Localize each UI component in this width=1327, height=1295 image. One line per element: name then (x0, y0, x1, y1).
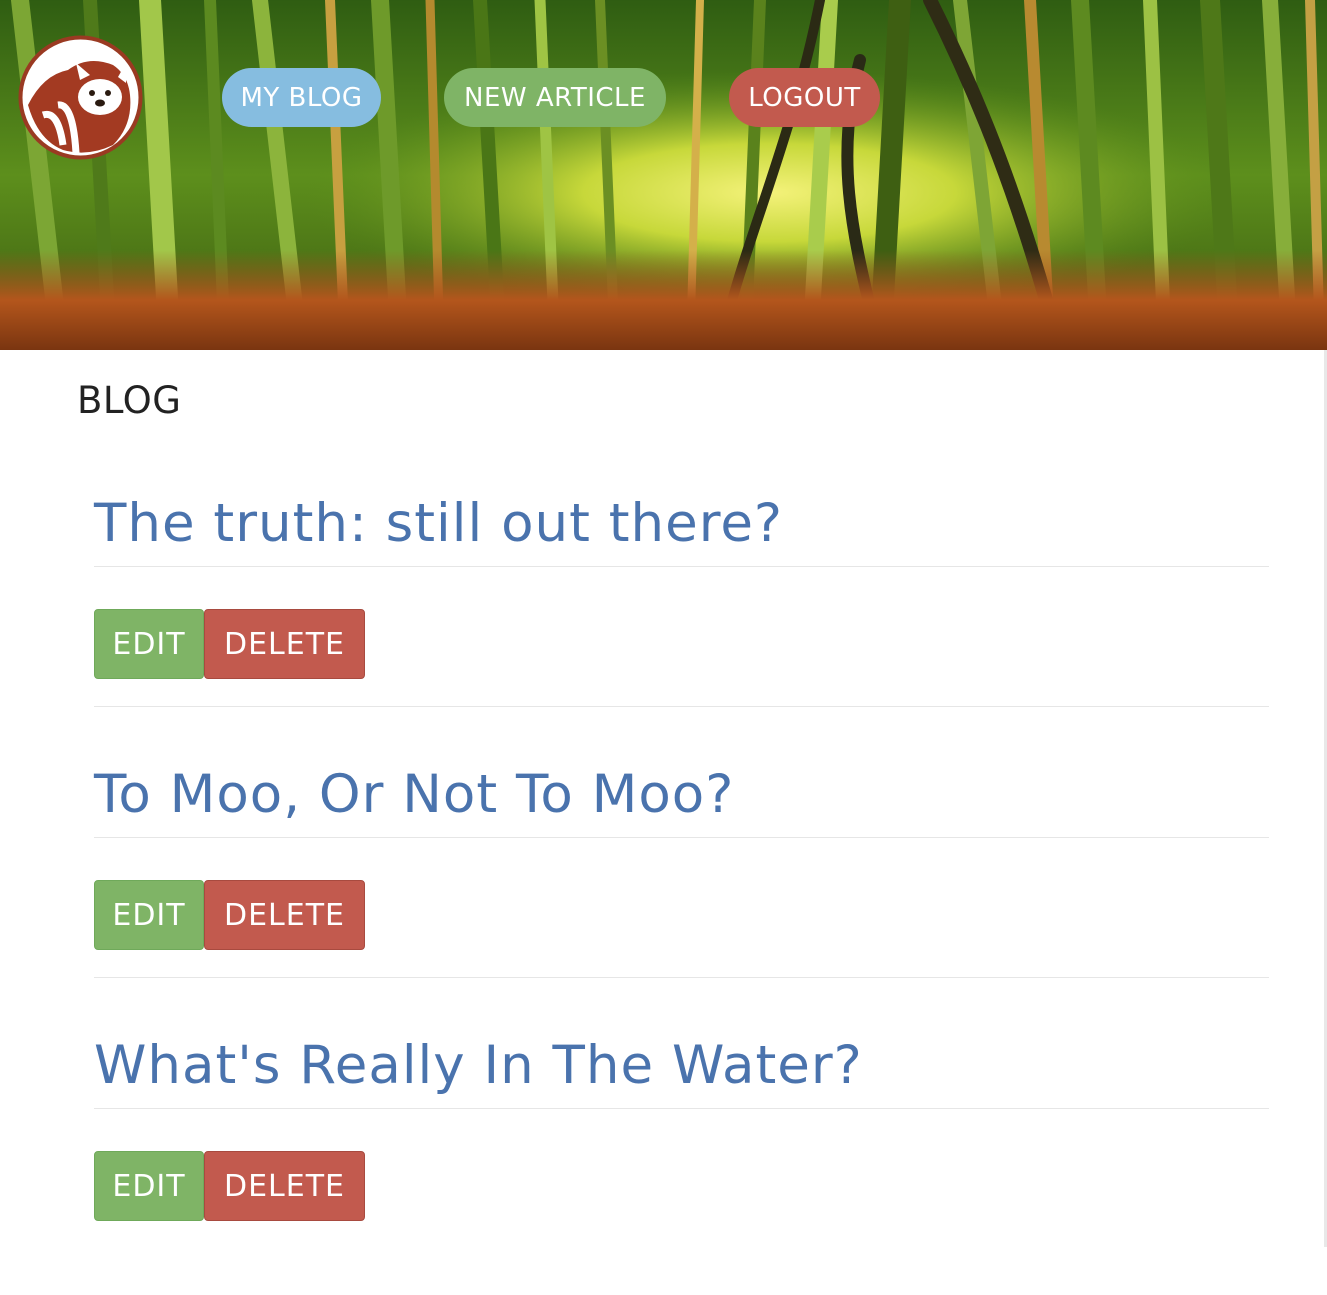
new-article-button[interactable]: NEW ARTICLE (444, 68, 666, 127)
article-actions: EDIT DELETE (94, 609, 365, 679)
logout-button[interactable]: LOGOUT (729, 68, 880, 127)
article-list: The truth: still out there? EDIT DELETE … (94, 482, 1269, 1295)
divider (94, 706, 1269, 707)
divider (94, 1108, 1269, 1109)
divider (94, 837, 1269, 838)
article-title-link[interactable]: What's Really In The Water? (94, 1024, 1269, 1108)
article-item: What's Really In The Water? EDIT DELETE (94, 1024, 1269, 1295)
delete-button[interactable]: DELETE (204, 1151, 365, 1221)
divider (94, 977, 1269, 978)
edit-button[interactable]: EDIT (94, 1151, 204, 1221)
edit-button[interactable]: EDIT (94, 880, 204, 950)
article-item: To Moo, Or Not To Moo? EDIT DELETE (94, 753, 1269, 1024)
red-panda-logo-icon[interactable] (18, 35, 143, 160)
article-title-link[interactable]: To Moo, Or Not To Moo? (94, 753, 1269, 837)
bamboo-forest-banner-image (0, 0, 1327, 350)
article-item: The truth: still out there? EDIT DELETE (94, 482, 1269, 753)
my-blog-button[interactable]: MY BLOG (222, 68, 381, 127)
divider (94, 566, 1269, 567)
edit-button[interactable]: EDIT (94, 609, 204, 679)
page-title: BLOG (77, 379, 182, 422)
article-title-link[interactable]: The truth: still out there? (94, 482, 1269, 566)
article-actions: EDIT DELETE (94, 1151, 365, 1221)
delete-button[interactable]: DELETE (204, 609, 365, 679)
header-banner: MY BLOG NEW ARTICLE LOGOUT (0, 0, 1327, 350)
delete-button[interactable]: DELETE (204, 880, 365, 950)
article-actions: EDIT DELETE (94, 880, 365, 950)
